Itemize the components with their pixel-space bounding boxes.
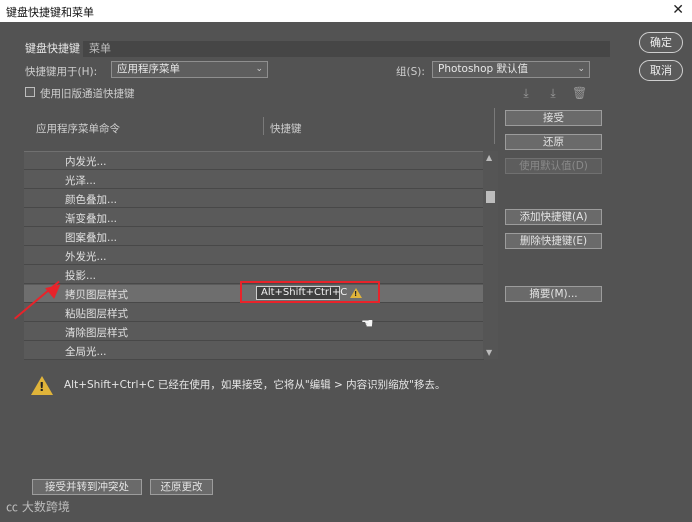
watermark-logo: ㏄ 大数跨境 <box>6 498 70 515</box>
legacy-channel-label: 使用旧版通道快捷键 <box>40 88 135 100</box>
command-label: 渐变叠加... <box>65 213 118 225</box>
set-value: Photoshop 默认值 <box>438 63 529 75</box>
table-row[interactable]: 全局光... <box>24 342 484 360</box>
tab-strip <box>80 41 610 57</box>
command-label: 颜色叠加... <box>65 194 118 206</box>
tab-keyboard-shortcuts[interactable]: 键盘快捷键 <box>22 41 83 57</box>
command-list[interactable]: 内发光... 光泽... 颜色叠加... 渐变叠加... 图案叠加... 外发光… <box>24 151 498 360</box>
legacy-channel-checkbox[interactable] <box>25 87 35 97</box>
add-shortcut-button[interactable]: 添加快捷键(A) <box>505 209 602 225</box>
chevron-up-icon[interactable]: ▲ <box>486 153 492 162</box>
accept-goto-conflict-button[interactable]: 接受并转到冲突处 <box>32 479 142 495</box>
set-select[interactable]: Photoshop 默认值 ⌄ <box>432 61 590 78</box>
chevron-down-icon[interactable]: ▼ <box>486 348 492 357</box>
shortcuts-for-label: 快捷键用于(H): <box>25 66 98 78</box>
column-header-command[interactable]: 应用程序菜单命令 <box>36 121 120 136</box>
list-scrollbar[interactable]: ▲ ▼ <box>483 151 498 359</box>
delete-shortcut-button[interactable]: 删除快捷键(E) <box>505 233 602 249</box>
shortcuts-for-value: 应用程序菜单 <box>117 63 180 75</box>
delete-set-icon[interactable]: 🗑 <box>572 86 587 100</box>
undo-button[interactable]: 还原 <box>505 134 602 150</box>
save-set-icon[interactable]: ⤓ <box>519 86 533 100</box>
conflict-message: Alt+Shift+Ctrl+C 已经在使用，如果接受，它将从"编辑 > 内容识… <box>64 379 446 391</box>
command-label: 投影... <box>65 270 97 282</box>
command-label: 全局光... <box>65 346 107 358</box>
logo-icon: ㏄ <box>6 500 19 514</box>
hand-cursor-icon: ☚ <box>361 316 374 332</box>
command-label: 粘贴图层样式 <box>65 308 128 320</box>
command-label: 内发光... <box>65 156 107 168</box>
command-label: 光泽... <box>65 175 97 187</box>
title-bar: 键盘快捷键和菜单 ✕ <box>0 0 692 22</box>
scrollbar-thumb[interactable] <box>486 191 495 203</box>
summarize-button[interactable]: 摘要(M)... <box>505 286 602 302</box>
column-header-shortcut[interactable]: 快捷键 <box>270 121 302 136</box>
shortcuts-for-select[interactable]: 应用程序菜单 ⌄ <box>111 61 268 78</box>
undo-changes-button[interactable]: 还原更改 <box>150 479 213 495</box>
accept-button[interactable]: 接受 <box>505 110 602 126</box>
command-label: 外发光... <box>65 251 107 263</box>
table-row[interactable]: 内发光... <box>24 152 484 170</box>
tab-menus[interactable]: 菜单 <box>86 41 114 57</box>
table-row[interactable]: 图案叠加... <box>24 228 484 246</box>
table-row[interactable]: 投影... <box>24 266 484 284</box>
table-row[interactable]: 粘贴图层样式 <box>24 304 484 322</box>
table-row[interactable]: 颜色叠加... <box>24 190 484 208</box>
table-row[interactable]: 外发光... <box>24 247 484 265</box>
shortcut-input[interactable]: Alt+Shift+Ctrl+C <box>256 286 347 300</box>
chevron-down-icon: ⌄ <box>255 64 263 74</box>
table-row[interactable]: 光泽... <box>24 171 484 189</box>
ok-button[interactable]: 确定 <box>639 32 683 53</box>
watermark-text: 大数跨境 <box>21 500 70 514</box>
chevron-down-icon: ⌄ <box>577 64 585 74</box>
use-default-button[interactable]: 使用默认值(D) <box>505 158 602 174</box>
set-label: 组(S): <box>396 66 425 78</box>
warning-icon: ! <box>350 288 362 298</box>
warning-icon: ! <box>31 376 53 395</box>
column-divider <box>494 108 495 144</box>
table-row[interactable]: 清除图层样式 <box>24 323 484 341</box>
command-label: 图案叠加... <box>65 232 118 244</box>
column-divider <box>263 117 264 135</box>
cancel-button[interactable]: 取消 <box>639 60 683 81</box>
command-label: 拷贝图层样式 <box>65 289 128 301</box>
table-row[interactable]: 渐变叠加... <box>24 209 484 227</box>
command-label: 清除图层样式 <box>65 327 128 339</box>
close-icon[interactable]: ✕ <box>672 2 684 18</box>
table-row-selected[interactable]: 拷贝图层样式 Alt+Shift+Ctrl+C ! <box>24 285 484 303</box>
window-title: 键盘快捷键和菜单 <box>6 6 94 19</box>
new-set-icon[interactable]: ⤓ <box>546 86 560 100</box>
